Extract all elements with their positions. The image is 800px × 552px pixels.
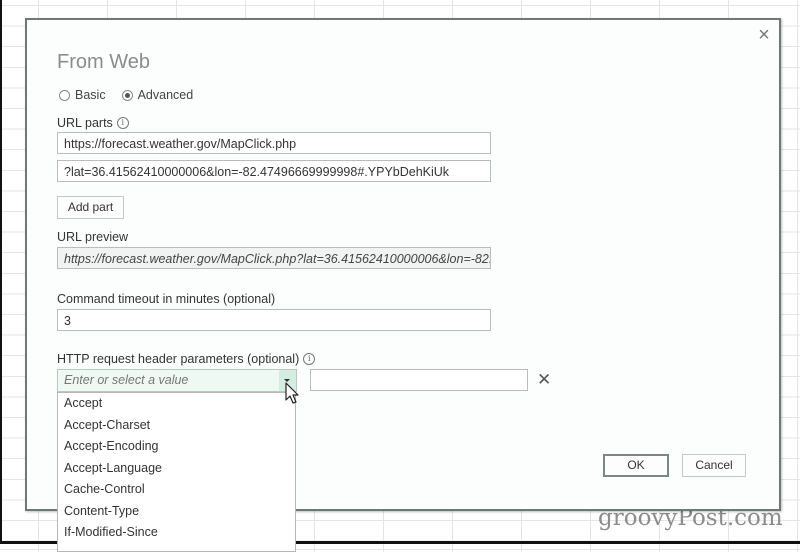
mouse-cursor-icon: [285, 382, 299, 404]
ok-button[interactable]: OK: [603, 454, 669, 477]
dropdown-item-accept-encoding[interactable]: Accept-Encoding: [58, 436, 295, 458]
dropdown-item-accept-language[interactable]: Accept-Language: [58, 458, 295, 480]
url-preview-field: https://forecast.weather.gov/MapClick.ph…: [57, 247, 491, 269]
url-parts-label-row: URL parts i: [57, 116, 129, 130]
url-parts-label: URL parts: [57, 116, 113, 130]
url-preview-label: URL preview: [57, 230, 129, 244]
add-part-button[interactable]: Add part: [57, 196, 124, 219]
dropdown-item-accept-charset[interactable]: Accept-Charset: [58, 415, 295, 437]
command-timeout-input[interactable]: 3: [57, 309, 491, 331]
url-part-1-input[interactable]: https://forecast.weather.gov/MapClick.ph…: [57, 132, 491, 154]
remove-header-icon[interactable]: ✕: [537, 369, 551, 391]
close-icon[interactable]: ×: [754, 25, 774, 45]
command-timeout-label: Command timeout in minutes (optional): [57, 292, 276, 306]
dropdown-item-content-type[interactable]: Content-Type: [58, 501, 295, 523]
header-dropdown-list: Accept Accept-Charset Accept-Encoding Ac…: [57, 392, 296, 552]
url-part-2-input[interactable]: ?lat=36.41562410000006&lon=-82.474966699…: [57, 160, 491, 182]
http-headers-label: HTTP request header parameters (optional…: [57, 352, 300, 366]
mode-radio-group: Basic Advanced: [59, 88, 209, 102]
http-headers-label-row: HTTP request header parameters (optional…: [57, 352, 316, 366]
dropdown-item-if-modified-since[interactable]: If-Modified-Since: [58, 522, 295, 544]
header-name-combobox[interactable]: Enter or select a value: [57, 369, 297, 392]
dropdown-item-cache-control[interactable]: Cache-Control: [58, 479, 295, 501]
header-value-input[interactable]: [310, 369, 528, 391]
header-name-placeholder: Enter or select a value: [64, 373, 189, 387]
radio-advanced-label: Advanced: [137, 88, 194, 102]
dropdown-item-accept[interactable]: Accept: [58, 393, 295, 415]
radio-basic[interactable]: Basic: [59, 88, 106, 102]
info-icon[interactable]: i: [303, 353, 316, 365]
cancel-button[interactable]: Cancel: [682, 454, 746, 477]
screen-left-edge: [0, 0, 2, 544]
info-icon[interactable]: i: [116, 117, 129, 129]
radio-basic-circle[interactable]: [59, 89, 70, 101]
radio-advanced-circle[interactable]: [121, 89, 133, 101]
radio-advanced[interactable]: Advanced: [121, 88, 194, 102]
radio-basic-label: Basic: [75, 88, 106, 102]
dialog-title: From Web: [57, 51, 150, 73]
